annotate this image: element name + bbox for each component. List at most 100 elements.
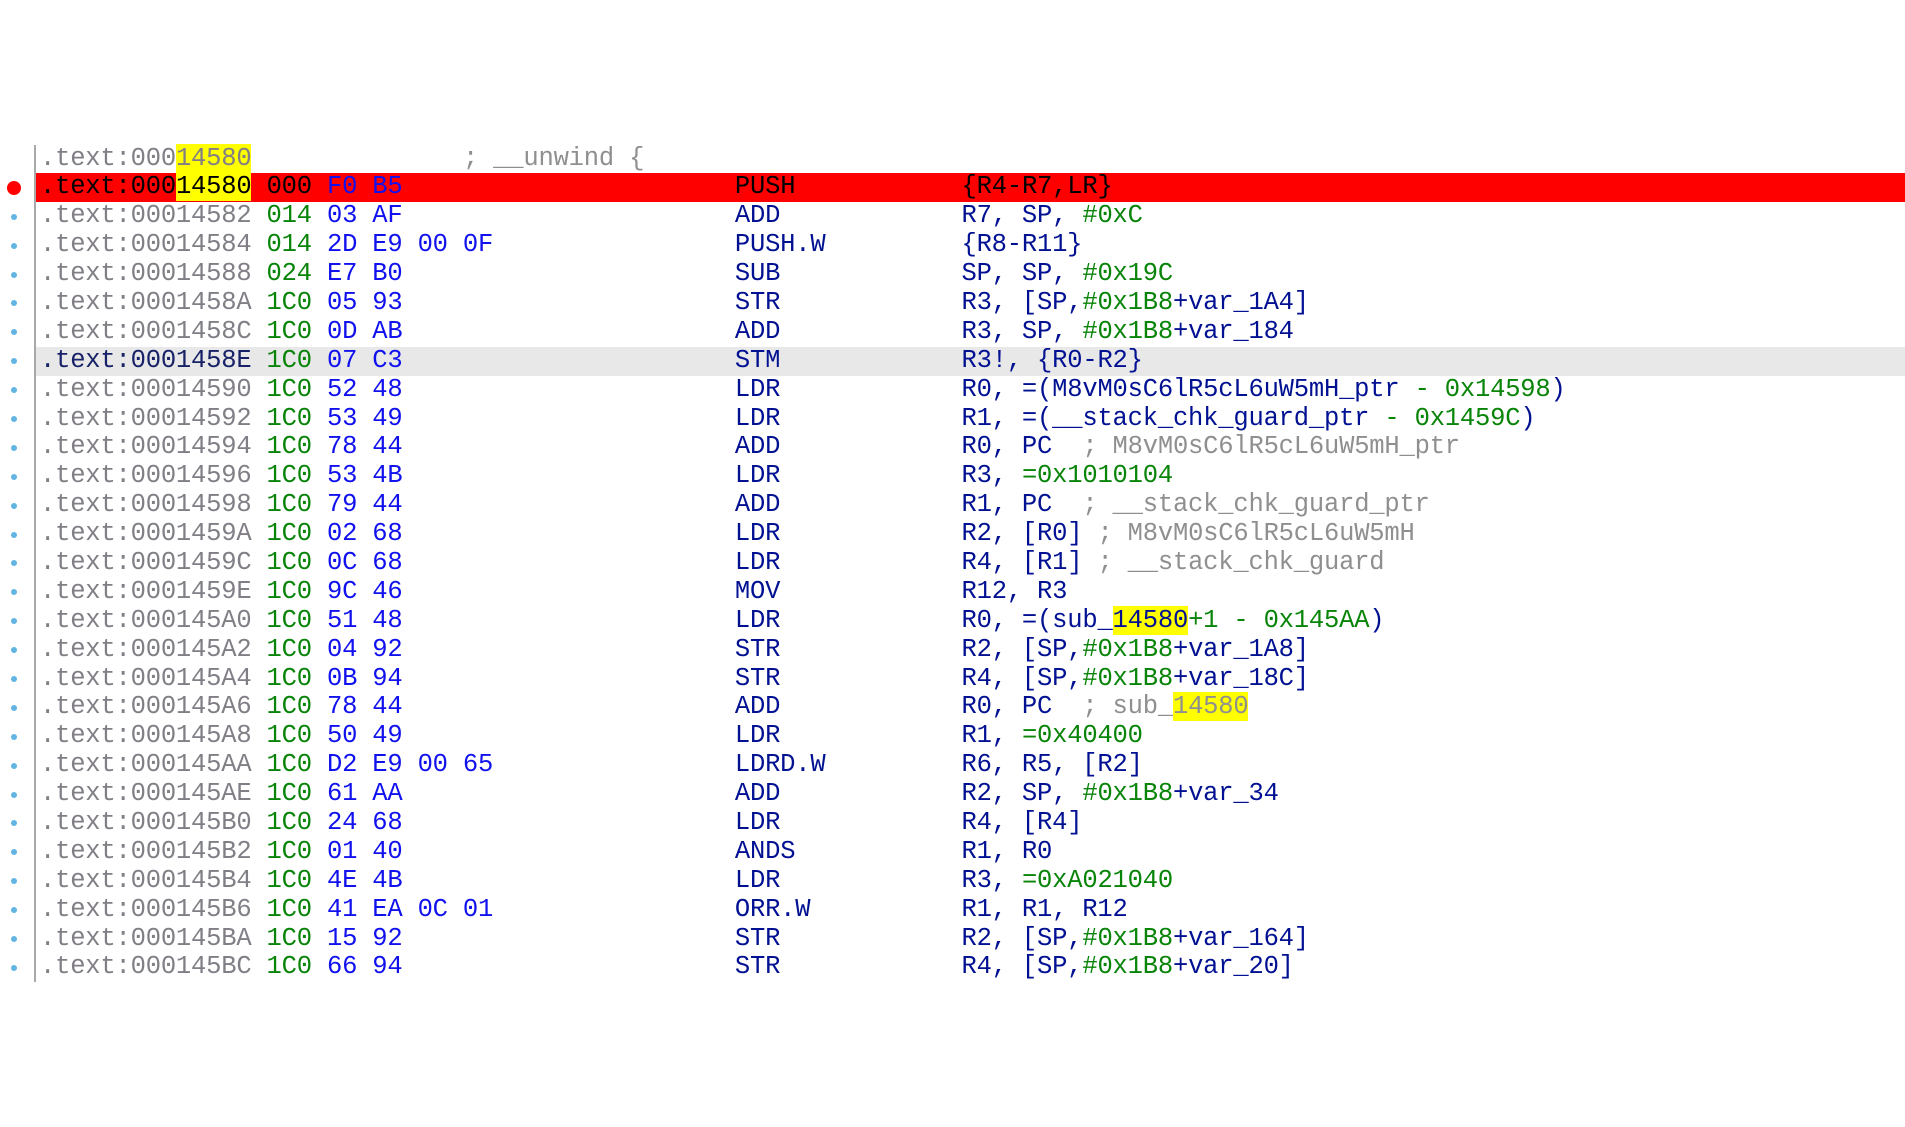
address[interactable]: .text:000145A8	[40, 721, 251, 750]
row-content[interactable]: .text:00014582 014 03 AF ADD R7, SP, #0x…	[36, 202, 1905, 231]
row-content[interactable]: .text:00014594 1C0 78 44 ADD R0, PC ; M8…	[36, 433, 1905, 462]
address[interactable]: .text:0001458C	[40, 317, 251, 346]
row-content[interactable]: .text:00014592 1C0 53 49 LDR R1, =(__sta…	[36, 405, 1905, 434]
disasm-row[interactable]: .text:000145AE 1C0 61 AA ADD R2, SP, #0x…	[0, 780, 1905, 809]
address[interactable]: .text:00014592	[40, 404, 251, 433]
disasm-row[interactable]: .text:000145AA 1C0 D2 E9 00 65 LDRD.W R6…	[0, 751, 1905, 780]
address[interactable]: .text:000145A4	[40, 664, 251, 693]
gutter[interactable]	[0, 578, 36, 607]
gutter[interactable]	[0, 289, 36, 318]
disasm-row[interactable]: .text:00014582 014 03 AF ADD R7, SP, #0x…	[0, 202, 1905, 231]
row-content[interactable]: .text:00014580 000 F0 B5 PUSH {R4-R7,LR}	[36, 173, 1905, 202]
disasm-row[interactable]: .text:0001459E 1C0 9C 46 MOV R12, R3	[0, 578, 1905, 607]
address[interactable]: .text:00014598	[40, 490, 251, 519]
row-content[interactable]: .text:000145AE 1C0 61 AA ADD R2, SP, #0x…	[36, 780, 1905, 809]
row-content[interactable]: .text:000145BA 1C0 15 92 STR R2, [SP,#0x…	[36, 925, 1905, 954]
disasm-row[interactable]: .text:0001458A 1C0 05 93 STR R3, [SP,#0x…	[0, 289, 1905, 318]
gutter[interactable]	[0, 462, 36, 491]
gutter[interactable]	[0, 173, 36, 202]
address[interactable]: .text:00014594	[40, 432, 251, 461]
gutter[interactable]	[0, 433, 36, 462]
gutter[interactable]	[0, 520, 36, 549]
gutter[interactable]	[0, 145, 36, 174]
disasm-row[interactable]: .text:00014594 1C0 78 44 ADD R0, PC ; M8…	[0, 433, 1905, 462]
disasm-row[interactable]: .text:00014580 000 F0 B5 PUSH {R4-R7,LR}	[0, 173, 1905, 202]
row-content[interactable]: .text:000145A0 1C0 51 48 LDR R0, =(sub_1…	[36, 607, 1905, 636]
disasm-row[interactable]: .text:000145A0 1C0 51 48 LDR R0, =(sub_1…	[0, 607, 1905, 636]
gutter[interactable]	[0, 549, 36, 578]
address[interactable]: .text:000145B0	[40, 808, 251, 837]
row-content[interactable]: .text:000145A6 1C0 78 44 ADD R0, PC ; su…	[36, 693, 1905, 722]
disasm-row[interactable]: .text:000145B2 1C0 01 40 ANDS R1, R0	[0, 838, 1905, 867]
row-content[interactable]: .text:000145B2 1C0 01 40 ANDS R1, R0	[36, 838, 1905, 867]
row-content[interactable]: .text:000145AA 1C0 D2 E9 00 65 LDRD.W R6…	[36, 751, 1905, 780]
address[interactable]: .text:000145B2	[40, 837, 251, 866]
gutter[interactable]	[0, 260, 36, 289]
gutter[interactable]	[0, 491, 36, 520]
row-content[interactable]: .text:000145A2 1C0 04 92 STR R2, [SP,#0x…	[36, 636, 1905, 665]
disasm-row[interactable]: .text:0001458C 1C0 0D AB ADD R3, SP, #0x…	[0, 318, 1905, 347]
address[interactable]: .text:000145BC	[40, 952, 251, 981]
row-content[interactable]: .text:00014598 1C0 79 44 ADD R1, PC ; __…	[36, 491, 1905, 520]
row-content[interactable]: .text:000145B6 1C0 41 EA 0C 01 ORR.W R1,…	[36, 896, 1905, 925]
address[interactable]: .text:0001458E	[40, 346, 251, 375]
disasm-row[interactable]: .text:000145B6 1C0 41 EA 0C 01 ORR.W R1,…	[0, 896, 1905, 925]
gutter[interactable]	[0, 202, 36, 231]
row-content[interactable]: .text:00014596 1C0 53 4B LDR R3, =0x1010…	[36, 462, 1905, 491]
row-content[interactable]: .text:000145A8 1C0 50 49 LDR R1, =0x4040…	[36, 722, 1905, 751]
gutter[interactable]	[0, 665, 36, 694]
address[interactable]: .text:000145A2	[40, 635, 251, 664]
disasm-row[interactable]: .text:00014588 024 E7 B0 SUB SP, SP, #0x…	[0, 260, 1905, 289]
gutter[interactable]	[0, 318, 36, 347]
gutter[interactable]	[0, 838, 36, 867]
row-content[interactable]: .text:00014584 014 2D E9 00 0F PUSH.W {R…	[36, 231, 1905, 260]
address[interactable]: .text:00014580	[40, 144, 251, 173]
row-content[interactable]: .text:0001459A 1C0 02 68 LDR R2, [R0] ; …	[36, 520, 1905, 549]
disasm-row[interactable]: .text:000145B0 1C0 24 68 LDR R4, [R4]	[0, 809, 1905, 838]
address[interactable]: .text:000145AE	[40, 779, 251, 808]
address[interactable]: .text:000145A0	[40, 606, 251, 635]
disasm-row[interactable]: .text:00014590 1C0 52 48 LDR R0, =(M8vM0…	[0, 376, 1905, 405]
disasm-row[interactable]: .text:000145A2 1C0 04 92 STR R2, [SP,#0x…	[0, 636, 1905, 665]
disasm-row[interactable]: .text:0001459A 1C0 02 68 LDR R2, [R0] ; …	[0, 520, 1905, 549]
row-content[interactable]: .text:000145B4 1C0 4E 4B LDR R3, =0xA021…	[36, 867, 1905, 896]
row-content[interactable]: .text:000145B0 1C0 24 68 LDR R4, [R4]	[36, 809, 1905, 838]
row-content[interactable]: .text:0001458A 1C0 05 93 STR R3, [SP,#0x…	[36, 289, 1905, 318]
row-content[interactable]: .text:00014590 1C0 52 48 LDR R0, =(M8vM0…	[36, 376, 1905, 405]
address[interactable]: .text:000145B4	[40, 866, 251, 895]
gutter[interactable]	[0, 809, 36, 838]
address[interactable]: .text:0001458A	[40, 288, 251, 317]
disassembly-listing[interactable]: .text:00014580 ; __unwind {.text:0001458…	[0, 145, 1905, 983]
address[interactable]: .text:00014582	[40, 201, 251, 230]
disasm-row[interactable]: .text:000145A4 1C0 0B 94 STR R4, [SP,#0x…	[0, 665, 1905, 694]
gutter[interactable]	[0, 693, 36, 722]
row-content[interactable]: .text:000145BC 1C0 66 94 STR R4, [SP,#0x…	[36, 953, 1905, 982]
address[interactable]: .text:00014596	[40, 461, 251, 490]
disasm-row[interactable]: .text:00014596 1C0 53 4B LDR R3, =0x1010…	[0, 462, 1905, 491]
disasm-row[interactable]: .text:00014592 1C0 53 49 LDR R1, =(__sta…	[0, 405, 1905, 434]
disasm-row[interactable]: .text:000145A6 1C0 78 44 ADD R0, PC ; su…	[0, 693, 1905, 722]
gutter[interactable]	[0, 925, 36, 954]
breakpoint-icon[interactable]	[7, 181, 21, 195]
address[interactable]: .text:0001459C	[40, 548, 251, 577]
row-content[interactable]: .text:0001459C 1C0 0C 68 LDR R4, [R1] ; …	[36, 549, 1905, 578]
address[interactable]: .text:000145AA	[40, 750, 251, 779]
address[interactable]: .text:000145BA	[40, 924, 251, 953]
disasm-row[interactable]: .text:000145B4 1C0 4E 4B LDR R3, =0xA021…	[0, 867, 1905, 896]
gutter[interactable]	[0, 751, 36, 780]
gutter[interactable]	[0, 953, 36, 982]
disasm-row[interactable]: .text:0001458E 1C0 07 C3 STM R3!, {R0-R2…	[0, 347, 1905, 376]
address[interactable]: .text:00014590	[40, 375, 251, 404]
address[interactable]: .text:0001459A	[40, 519, 251, 548]
address[interactable]: .text:00014584	[40, 230, 251, 259]
gutter[interactable]	[0, 896, 36, 925]
row-content[interactable]: .text:00014580 ; __unwind {	[36, 145, 1905, 174]
address[interactable]: .text:00014580	[40, 172, 251, 201]
disasm-row[interactable]: .text:00014598 1C0 79 44 ADD R1, PC ; __…	[0, 491, 1905, 520]
gutter[interactable]	[0, 722, 36, 751]
row-content[interactable]: .text:000145A4 1C0 0B 94 STR R4, [SP,#0x…	[36, 665, 1905, 694]
gutter[interactable]	[0, 780, 36, 809]
disasm-row[interactable]: .text:0001459C 1C0 0C 68 LDR R4, [R1] ; …	[0, 549, 1905, 578]
gutter[interactable]	[0, 376, 36, 405]
address[interactable]: .text:000145A6	[40, 692, 251, 721]
